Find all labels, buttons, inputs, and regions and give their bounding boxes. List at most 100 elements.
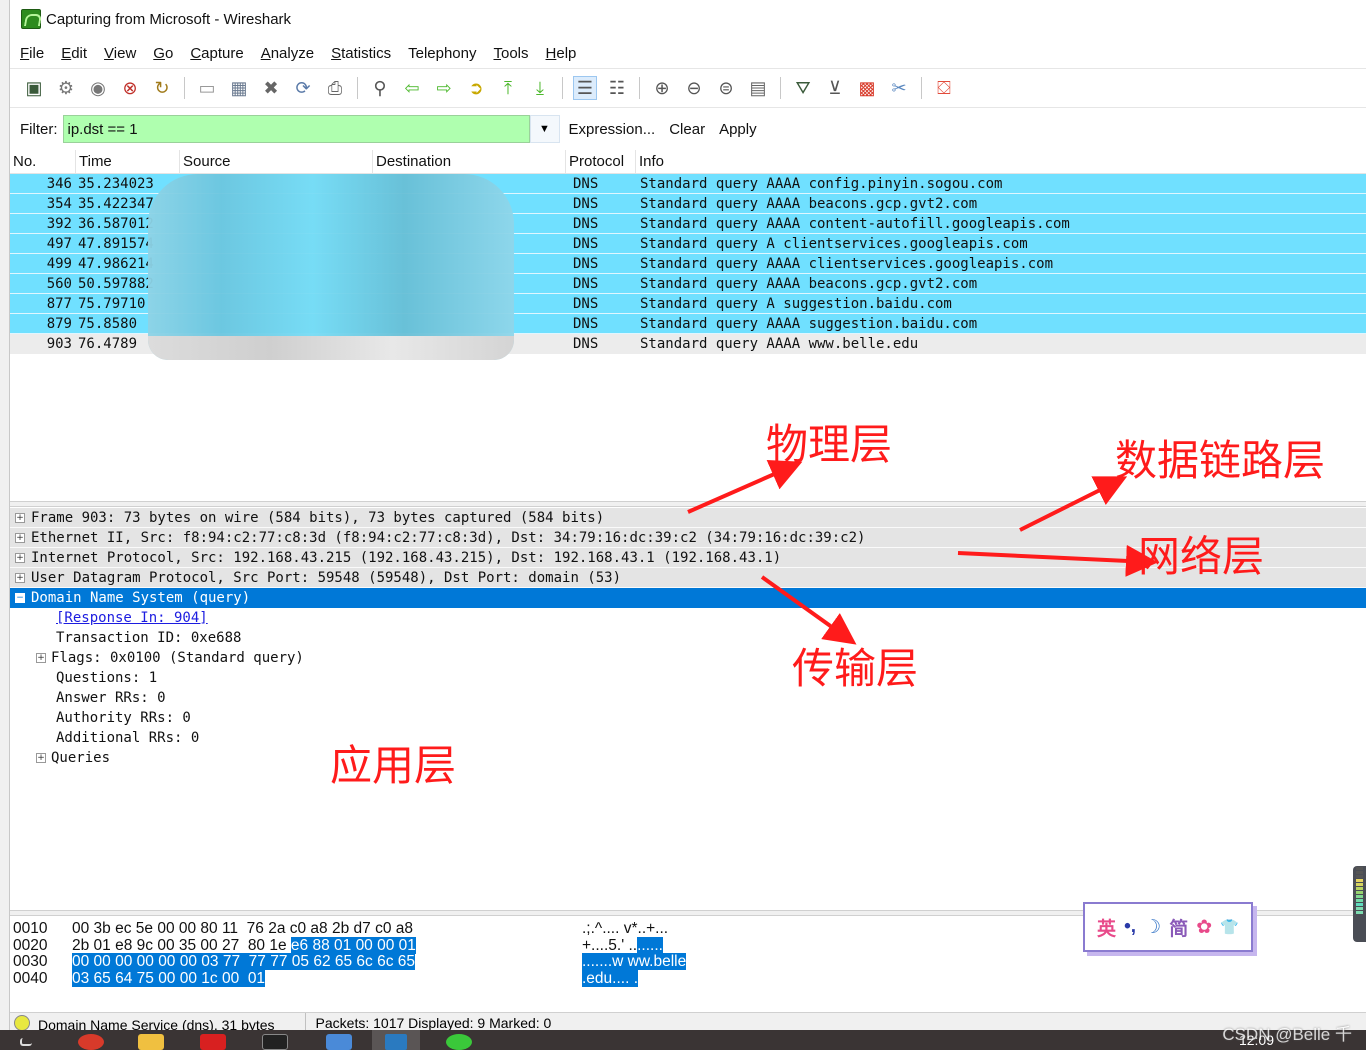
expert-info-led-icon[interactable] (14, 1014, 30, 1031)
reload-button[interactable]: ⟳ (291, 76, 315, 100)
hex-ascii[interactable]: .edu.... . (582, 969, 782, 988)
resize-columns-button[interactable]: ▤ (746, 76, 770, 100)
apply-button[interactable]: Apply (719, 121, 757, 138)
display-filters-button[interactable]: ⊻ (823, 76, 847, 100)
expression-button[interactable]: Expression... (569, 121, 656, 138)
hex-bytes[interactable]: 00 00 00 00 00 00 03 77 77 77 05 62 65 6… (72, 953, 582, 971)
detail-row-frame[interactable]: + Frame 903: 73 bytes on wire (584 bits),… (10, 508, 1366, 528)
zoom-normal-button[interactable]: ⊜ (714, 76, 738, 100)
capture-options-button[interactable]: ⚙ (54, 76, 78, 100)
detail-transaction-id[interactable]: Transaction ID: 0xe688 (10, 628, 1366, 648)
hex-ascii[interactable]: +....5.' ........ (582, 936, 782, 955)
column-header-no[interactable]: No. (10, 150, 76, 173)
ime-simplified-toggle[interactable]: 简 (1169, 914, 1188, 941)
detail-questions[interactable]: Questions: 1 (10, 668, 1366, 688)
response-in-link[interactable]: [Response In: 904] (56, 608, 208, 628)
packet-protocol: DNS (573, 316, 599, 332)
filter-dropdown-button[interactable]: ▼ (529, 115, 560, 143)
clear-button[interactable]: Clear (669, 121, 705, 138)
column-header-protocol[interactable]: Protocol (566, 150, 636, 173)
hex-offset: 0030 (13, 953, 48, 970)
column-header-time[interactable]: Time (76, 150, 180, 173)
ime-skin-icon[interactable]: 👕 (1220, 918, 1239, 936)
hex-bytes[interactable]: 2b 01 e8 9c 00 35 00 27 80 1e e6 88 01 0… (72, 936, 582, 955)
display-filter-input[interactable] (62, 115, 530, 143)
expand-icon[interactable]: + (36, 753, 46, 763)
detail-additional-rrs[interactable]: Additional RRs: 0 (10, 728, 1366, 748)
hex-bytes-plain: 2b 01 e8 9c 00 35 00 27 80 1e (72, 936, 291, 954)
detail-queries[interactable]: + Queries (10, 748, 1366, 768)
hex-ascii[interactable]: .......w ww.belle (582, 953, 782, 971)
zoom-out-button[interactable]: ⊖ (682, 76, 706, 100)
expand-icon[interactable]: + (15, 532, 25, 543)
interfaces-button[interactable]: ▣ (22, 76, 46, 100)
wireshark-taskbar-icon[interactable] (372, 1030, 420, 1050)
wechat-taskbar-icon[interactable] (446, 1034, 472, 1050)
menu-view[interactable]: View (104, 45, 136, 62)
explorer-taskbar-icon[interactable] (138, 1034, 164, 1050)
toolbar-separator (184, 77, 185, 99)
find-packet-button[interactable]: ⚲ (368, 76, 392, 100)
go-back-button[interactable]: ⇦ (400, 76, 424, 100)
column-header-destination[interactable]: Destination (373, 150, 566, 173)
hex-row[interactable]: 0040 03 65 64 75 00 00 1c 00 01 .edu.... . (10, 969, 1366, 988)
go-to-packet-button[interactable]: ➲ (464, 76, 488, 100)
column-header-source[interactable]: Source (180, 150, 373, 173)
save-file-button[interactable]: ▦ (227, 76, 251, 100)
stop-capture-button[interactable]: ⊗ (118, 76, 142, 100)
menu-tools[interactable]: Tools (494, 45, 529, 62)
open-file-button[interactable]: ▭ (195, 76, 219, 100)
print-button[interactable]: ⎙ (323, 76, 347, 100)
menu-help[interactable]: Help (546, 45, 577, 62)
hex-row[interactable]: 0030 00 00 00 00 00 00 03 77 77 77 05 62 … (10, 953, 1366, 971)
expand-icon[interactable]: + (15, 512, 25, 523)
colorize-icon: ☰ (576, 78, 594, 98)
detail-authority-rrs[interactable]: Authority RRs: 0 (10, 708, 1366, 728)
menu-analyze[interactable]: Analyze (261, 45, 314, 62)
menu-telephony[interactable]: Telephony (408, 45, 476, 62)
packet-protocol: DNS (573, 336, 599, 352)
menu-edit[interactable]: Edit (61, 45, 87, 62)
hex-bytes[interactable]: 00 3b ec 5e 00 00 80 11 76 2a c0 a8 2b d… (72, 920, 582, 938)
auto-scroll-button[interactable]: ☷ (605, 76, 629, 100)
help-button[interactable]: ⛋ (932, 76, 956, 100)
wps-taskbar-icon[interactable] (200, 1034, 226, 1050)
go-last-button[interactable]: ⤓ (528, 76, 552, 100)
menu-file[interactable]: File (20, 45, 44, 62)
expand-icon[interactable]: + (15, 572, 25, 583)
capture-filters-button[interactable]: ⛛ (791, 76, 815, 100)
menu-label: nalyze (270, 44, 315, 62)
menu-go[interactable]: Go (153, 45, 173, 62)
preferences-button[interactable]: ✂ (887, 76, 911, 100)
chrome-taskbar-icon[interactable] (78, 1034, 104, 1050)
expand-icon[interactable]: + (15, 552, 25, 563)
network-taskbar-icon[interactable] (326, 1034, 352, 1050)
go-forward-button[interactable]: ⇨ (432, 76, 456, 100)
ascii-plain: +....5.' .. (582, 936, 638, 954)
zoom-in-button[interactable]: ⊕ (650, 76, 674, 100)
collapse-icon[interactable]: − (15, 593, 25, 603)
ime-moon-icon[interactable]: ☽ (1144, 916, 1161, 939)
task-view-icon[interactable] (20, 1038, 32, 1046)
hex-bytes[interactable]: 03 65 64 75 00 00 1c 00 01 (72, 969, 582, 988)
detail-answer-rrs[interactable]: Answer RRs: 0 (10, 688, 1366, 708)
menu-statistics[interactable]: Statistics (331, 45, 391, 62)
menu-capture[interactable]: Capture (190, 45, 243, 62)
detail-flags[interactable]: + Flags: 0x0100 (Standard query) (10, 648, 1366, 668)
ime-punctuation-toggle[interactable]: •, (1124, 916, 1136, 938)
pane-splitter-1[interactable] (10, 501, 1366, 507)
hex-ascii[interactable]: .;.^.... v*..+... (582, 920, 782, 938)
coloring-rules-button[interactable]: ▩ (855, 76, 879, 100)
expand-icon[interactable]: + (36, 653, 46, 663)
start-capture-button[interactable]: ◉ (86, 76, 110, 100)
detail-row-dns[interactable]: − Domain Name System (query) (10, 588, 1366, 608)
detail-response-in[interactable]: [Response In: 904] (10, 608, 1366, 628)
colorize-button[interactable]: ☰ (573, 76, 597, 100)
ime-settings-gear-icon[interactable]: ✿ (1196, 916, 1212, 939)
ime-language-toggle[interactable]: 英 (1097, 914, 1116, 941)
close-file-button[interactable]: ✖ (259, 76, 283, 100)
go-first-button[interactable]: ⤒ (496, 76, 520, 100)
restart-capture-button[interactable]: ↻ (150, 76, 174, 100)
terminal-taskbar-icon[interactable] (262, 1034, 288, 1050)
column-header-info[interactable]: Info (636, 150, 1366, 173)
